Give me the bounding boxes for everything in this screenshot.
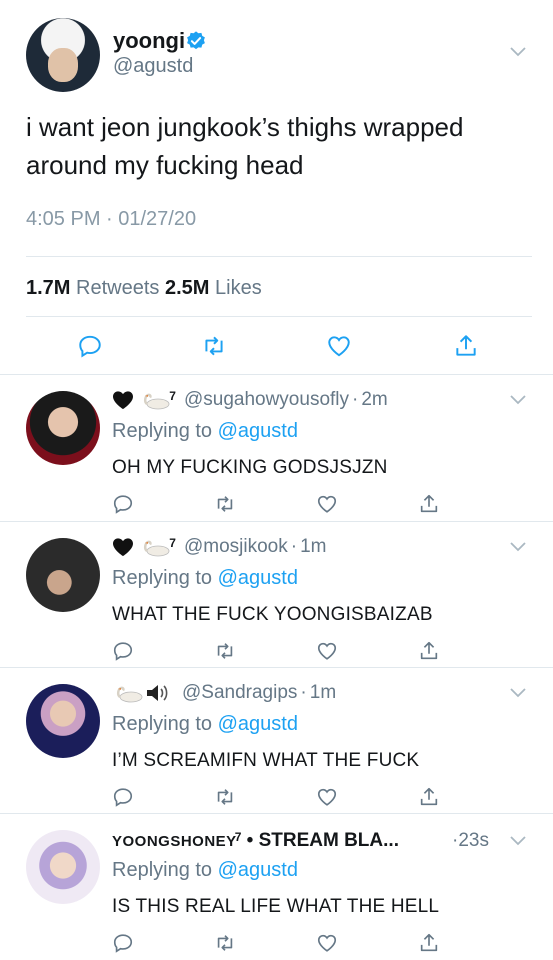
reply-icon[interactable] (112, 932, 134, 954)
retweets-label[interactable]: Retweets (76, 277, 159, 299)
reply-tweet[interactable]: 7 @mosjikook · 1m Replying to @agustd WHAT … (0, 522, 553, 668)
display-name[interactable]: YOONGSHONEY (112, 833, 237, 850)
reply-handle[interactable]: @sugahowyousofly (184, 389, 349, 410)
black-heart-icon (113, 391, 133, 410)
replying-mention[interactable]: @agustd (218, 713, 298, 735)
like-icon[interactable] (316, 786, 338, 808)
divider (26, 316, 532, 317)
replying-label: Replying to (112, 713, 213, 735)
swan-icon (144, 540, 170, 557)
emoji-badge: 7 (169, 389, 176, 403)
reply-tweet[interactable]: YOONGSHONEY7 • STREAM BLA... ·23s Replyi… (0, 814, 553, 960)
verified-icon (187, 31, 205, 50)
like-icon[interactable] (316, 493, 338, 515)
reply-tweet[interactable]: 7 @sugahowyousofly · 2m Replying to @agustd… (0, 375, 553, 521)
reply-text: OH MY FUCKING GODSJSJZN (112, 457, 388, 478)
retweets-count[interactable]: 1.7M (26, 277, 70, 299)
share-icon[interactable] (418, 493, 440, 515)
reply-tweet[interactable]: @Sandragips · 1m Replying to @agustd I’M S… (0, 668, 553, 814)
avatar[interactable] (26, 18, 100, 92)
avatar[interactable] (26, 538, 100, 612)
chevron-down-icon[interactable] (510, 542, 526, 552)
black-heart-icon (113, 538, 133, 557)
chevron-down-icon[interactable] (510, 688, 526, 698)
replying-label: Replying to (112, 420, 213, 442)
likes-count[interactable]: 2.5M (165, 277, 209, 299)
reply-text: I’M SCREAMIFN WHAT THE FUCK (112, 750, 420, 771)
avatar[interactable] (26, 391, 100, 465)
retweet-icon[interactable] (214, 640, 236, 662)
retweet-icon[interactable] (214, 932, 236, 954)
reply-time[interactable]: 1m (300, 536, 326, 557)
emoji-badge: 7 (169, 536, 176, 550)
replying-mention[interactable]: @agustd (218, 859, 298, 881)
share-icon[interactable] (418, 932, 440, 954)
replying-label: Replying to (112, 567, 213, 589)
reply-handle[interactable]: @mosjikook (184, 536, 288, 557)
replying-to: Replying to @agustd (112, 859, 298, 882)
reply-header: YOONGSHONEY7 • STREAM BLA... (112, 830, 399, 852)
reply-time[interactable]: 1m (310, 682, 336, 703)
reply-time-wrap: ·23s (452, 830, 489, 852)
replying-to: Replying to @agustd (112, 420, 298, 443)
share-icon[interactable] (453, 333, 479, 359)
dot-separator: · (352, 389, 359, 410)
reply-icon[interactable] (112, 493, 134, 515)
chevron-down-icon[interactable] (510, 47, 526, 57)
retweet-icon[interactable] (201, 333, 227, 359)
swan-icon (144, 393, 170, 410)
like-icon[interactable] (326, 333, 352, 359)
reply-icon[interactable] (112, 640, 134, 662)
display-name-rest[interactable]: • STREAM BLA... (241, 830, 399, 851)
reply-time[interactable]: 23s (458, 830, 489, 851)
reply-header: 7 @mosjikook · 1m (112, 536, 326, 558)
share-icon[interactable] (418, 640, 440, 662)
dot-separator: · (300, 682, 307, 703)
reply-text: IS THIS REAL LIFE WHAT THE HELL (112, 896, 440, 917)
chevron-down-icon[interactable] (510, 836, 526, 846)
author-handle[interactable]: @agustd (113, 55, 193, 78)
like-icon[interactable] (316, 932, 338, 954)
replying-to: Replying to @agustd (112, 713, 298, 736)
reply-handle[interactable]: @Sandragips (182, 682, 297, 703)
tweet-stats: 1.7M Retweets 2.5M Likes (26, 277, 262, 300)
reply-header: 7 @sugahowyousofly · 2m (112, 389, 388, 411)
replying-to: Replying to @agustd (112, 567, 298, 590)
reply-header: @Sandragips · 1m (112, 682, 336, 704)
reply-icon[interactable] (77, 333, 103, 359)
replying-mention[interactable]: @agustd (218, 567, 298, 589)
avatar[interactable] (26, 830, 100, 904)
likes-label[interactable]: Likes (215, 277, 262, 299)
replying-mention[interactable]: @agustd (218, 420, 298, 442)
like-icon[interactable] (316, 640, 338, 662)
divider (26, 256, 532, 257)
tweet-timestamp[interactable]: 4:05 PM · 01/27/20 (26, 208, 196, 231)
avatar[interactable] (26, 684, 100, 758)
dot-separator: · (290, 536, 298, 557)
share-icon[interactable] (418, 786, 440, 808)
reply-time[interactable]: 2m (361, 389, 387, 410)
main-tweet[interactable]: yoongi @agustd i want jeon jungkook’s th… (0, 0, 553, 375)
replying-label: Replying to (112, 859, 213, 881)
retweet-icon[interactable] (214, 493, 236, 515)
speaker-icon (147, 684, 168, 701)
retweet-icon[interactable] (214, 786, 236, 808)
tweet-text: i want jeon jungkook’s thighs wrapped ar… (26, 112, 464, 180)
chevron-down-icon[interactable] (510, 395, 526, 405)
swan-icon (116, 686, 143, 703)
reply-text: WHAT THE FUCK YOONGISBAIZAB (112, 604, 433, 625)
reply-icon[interactable] (112, 786, 134, 808)
author-name[interactable]: yoongi (113, 28, 185, 54)
